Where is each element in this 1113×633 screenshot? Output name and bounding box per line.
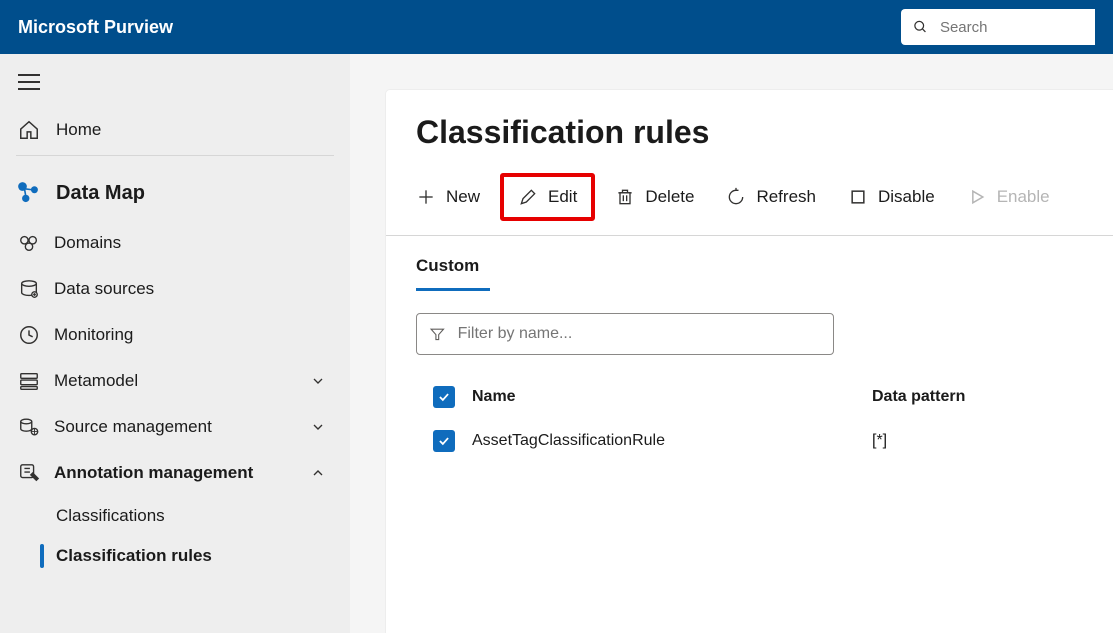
sidebar-item-source-management[interactable]: Source management	[0, 404, 350, 450]
row-pattern: [*]	[872, 432, 1072, 450]
sidebar-subitem-classification-rules[interactable]: Classification rules	[0, 536, 350, 576]
sidebar-item-annotation-management[interactable]: Annotation management	[0, 450, 350, 496]
sidebar-item-monitoring[interactable]: Monitoring	[0, 312, 350, 358]
filter-icon	[429, 325, 446, 343]
hamburger-icon	[18, 74, 40, 90]
sidebar-label: Monitoring	[54, 325, 133, 345]
toolbar-label: New	[446, 187, 480, 207]
metamodel-icon	[18, 370, 40, 392]
monitoring-icon	[18, 324, 40, 346]
source-management-icon	[18, 416, 40, 438]
enable-icon	[967, 187, 987, 207]
app-title: Microsoft Purview	[18, 17, 901, 38]
row-name: AssetTagClassificationRule	[472, 432, 872, 450]
row-checkbox[interactable]	[433, 430, 455, 452]
sidebar-label: Metamodel	[54, 371, 138, 391]
toolbar-label: Enable	[997, 187, 1050, 207]
sidebar-item-domains[interactable]: Domains	[0, 220, 350, 266]
sidebar-group-label: Data Map	[56, 182, 145, 205]
toolbar-label: Delete	[645, 187, 694, 207]
check-icon	[437, 390, 451, 404]
search-box[interactable]	[901, 9, 1095, 45]
hamburger-menu[interactable]	[0, 68, 350, 109]
sidebar-label: Data sources	[54, 279, 154, 299]
toolbar: New Edit Delete Refresh Disable Enable	[386, 173, 1113, 236]
refresh-button[interactable]: Refresh	[714, 179, 828, 215]
chevron-down-icon	[310, 373, 326, 389]
sidebar-label-home: Home	[56, 120, 101, 140]
annotation-management-icon	[18, 462, 40, 484]
search-input[interactable]	[938, 18, 1083, 37]
toolbar-label: Refresh	[756, 187, 816, 207]
sidebar-item-metamodel[interactable]: Metamodel	[0, 358, 350, 404]
top-bar: Microsoft Purview	[0, 0, 1113, 54]
check-icon	[437, 434, 451, 448]
sidebar-sublabel: Classifications	[56, 506, 165, 525]
table-row[interactable]: AssetTagClassificationRule [*]	[416, 419, 1113, 463]
sidebar-divider	[16, 155, 334, 156]
home-icon	[18, 119, 40, 141]
search-icon	[913, 18, 928, 36]
rules-table: Name Data pattern AssetTagClassification…	[416, 375, 1113, 463]
data-sources-icon	[18, 278, 40, 300]
page-title: Classification rules	[416, 114, 1113, 151]
sidebar-subitem-classifications[interactable]: Classifications	[0, 496, 350, 536]
delete-button[interactable]: Delete	[603, 179, 706, 215]
sidebar-label: Domains	[54, 233, 121, 253]
domains-icon	[18, 232, 40, 254]
main-content: Classification rules New Edit Delete Ref…	[386, 90, 1113, 633]
enable-button: Enable	[955, 179, 1062, 215]
select-all-checkbox[interactable]	[433, 386, 455, 408]
disable-button[interactable]: Disable	[836, 179, 947, 215]
tabs: Custom	[386, 236, 1113, 291]
sidebar-label: Source management	[54, 417, 212, 437]
table-header: Name Data pattern	[416, 375, 1113, 419]
toolbar-label: Disable	[878, 187, 935, 207]
sidebar-sublabel: Classification rules	[56, 546, 212, 565]
sidebar-group-data-map[interactable]: Data Map	[0, 172, 350, 220]
sidebar: Home Data Map Domains Data sources	[0, 54, 350, 633]
column-header-pattern[interactable]: Data pattern	[872, 388, 1072, 406]
sidebar-label: Annotation management	[54, 463, 253, 483]
trash-icon	[615, 187, 635, 207]
toolbar-label: Edit	[548, 187, 577, 207]
sidebar-item-home[interactable]: Home	[0, 109, 350, 155]
filter-input[interactable]	[456, 324, 821, 344]
new-button[interactable]: New	[404, 179, 492, 215]
plus-icon	[416, 187, 436, 207]
chevron-down-icon	[310, 419, 326, 435]
column-header-name[interactable]: Name	[472, 388, 872, 406]
chevron-up-icon	[310, 465, 326, 481]
sidebar-item-data-sources[interactable]: Data sources	[0, 266, 350, 312]
filter-box[interactable]	[416, 313, 834, 355]
refresh-icon	[726, 187, 746, 207]
disable-icon	[848, 187, 868, 207]
pencil-icon	[518, 187, 538, 207]
edit-button[interactable]: Edit	[500, 173, 595, 221]
data-map-icon	[16, 180, 42, 206]
tab-custom[interactable]: Custom	[416, 250, 490, 291]
